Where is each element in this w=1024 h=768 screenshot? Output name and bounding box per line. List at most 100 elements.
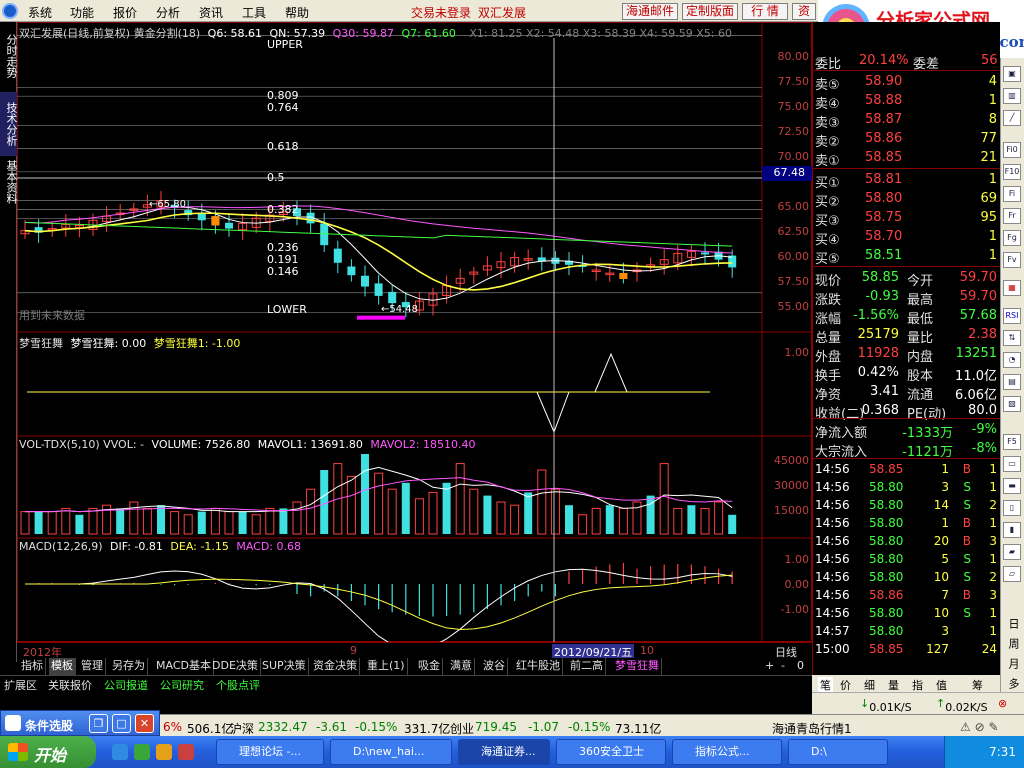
volume-bars <box>20 454 737 535</box>
tool-box-icon[interactable]: ▤ <box>1003 374 1021 390</box>
tab-satisfied[interactable]: 满意 <box>448 658 475 675</box>
tool-f5-button[interactable]: F5 <box>1003 434 1021 450</box>
task-drive[interactable]: D:\ <box>788 739 888 765</box>
tool-grid-icon[interactable]: ▧ <box>1003 396 1021 412</box>
quote-tab-chips[interactable]: 筹 <box>972 677 983 693</box>
menu-help[interactable]: 帮助 <box>285 4 309 21</box>
panel-title: 条件选股 <box>25 719 74 733</box>
tick-count: 1 <box>989 552 997 566</box>
status-index-change: -3.61 <box>316 720 348 734</box>
tab-prev-high[interactable]: 前二高 <box>568 658 606 675</box>
task-forum[interactable]: 理想论坛 -... <box>216 739 324 765</box>
ext-company-research[interactable]: 公司研究 <box>160 677 204 693</box>
tool-box6-icon[interactable]: ▰ <box>1003 544 1021 560</box>
quote-tab-price[interactable]: 价 <box>840 677 851 693</box>
trade-status[interactable]: 交易未登录 <box>411 4 471 21</box>
tab-saveas[interactable]: 另存为 <box>110 658 148 675</box>
view-more-button[interactable]: 多 <box>1005 678 1021 689</box>
tab-zero-button[interactable]: 0 <box>795 658 806 675</box>
tab-template[interactable]: 模板 <box>49 658 76 675</box>
menu-function[interactable]: 功能 <box>70 4 94 21</box>
info-button[interactable]: 资 <box>792 3 816 20</box>
tab-macd-basic[interactable]: MACD基本 <box>154 658 214 675</box>
tab-xijin[interactable]: 吸金 <box>416 658 443 675</box>
vol-header: VOL-TDX(5,10) VVOL: - VOLUME: 7526.80 MA… <box>19 438 476 451</box>
tool-fi0-button[interactable]: Fi0 <box>1003 142 1021 158</box>
view-week-button[interactable]: 周 <box>1005 638 1021 649</box>
tool-fig-icon[interactable]: Fg <box>1003 230 1021 246</box>
tool-box2-icon[interactable]: ▭ <box>1003 456 1021 472</box>
tool-fir-icon[interactable]: Fr <box>1003 208 1021 224</box>
tool-box4-icon[interactable]: ▯ <box>1003 500 1021 516</box>
desktop-quicklaunch-icon[interactable] <box>134 744 150 760</box>
custom-layout-button[interactable]: 定制版面 <box>682 3 738 20</box>
tab-indicator[interactable]: 指标 <box>19 658 46 675</box>
market-button[interactable]: 行 情 <box>742 3 788 20</box>
menu-quote[interactable]: 报价 <box>113 4 137 21</box>
tool-box3-icon[interactable]: ▬ <box>1003 478 1021 494</box>
task-haitong[interactable]: 海通证券... <box>458 739 550 765</box>
up-speed: ↑ 0.02K/S <box>936 697 988 714</box>
task-folder[interactable]: D:\new_hai... <box>330 739 452 765</box>
buy-order-row: 买④ 58.70 1 <box>813 228 1001 248</box>
tab-trough[interactable]: 波谷 <box>481 658 508 675</box>
haitong-mail-button[interactable]: 海通邮件 <box>622 3 678 20</box>
tab-add-button[interactable]: + <box>763 658 776 675</box>
start-button[interactable]: 开始 <box>0 736 96 768</box>
menu-analysis[interactable]: 分析 <box>156 4 180 21</box>
tick-time: 14:56 <box>815 588 850 602</box>
ie-quicklaunch-icon[interactable] <box>112 744 128 760</box>
tab-sup[interactable]: SUP决策 <box>260 658 309 675</box>
tab-redbull[interactable]: 红牛股池 <box>514 658 563 675</box>
tool-chart-icon[interactable]: ▣ <box>1003 66 1021 82</box>
quote-tab-value[interactable]: 值 <box>936 677 947 693</box>
ext-stock-review[interactable]: 个股点评 <box>216 677 260 693</box>
tool-line-icon[interactable]: ╱ <box>1003 110 1021 126</box>
view-day-button[interactable]: 日 <box>1005 618 1021 629</box>
menu-info[interactable]: 资讯 <box>199 4 223 21</box>
tool-arrow-icon[interactable]: ⇅ <box>1003 330 1021 346</box>
tool-pie-icon[interactable]: ◔ <box>1003 352 1021 368</box>
quote-tab-index[interactable]: 指 <box>912 677 923 693</box>
task-formula[interactable]: 指标公式... <box>672 739 782 765</box>
tab-technical[interactable]: 技术分析 <box>0 92 18 156</box>
tab-mengxue[interactable]: 梦雪狂舞 <box>613 658 662 675</box>
quote-tab-trade[interactable]: 笔 <box>818 677 833 693</box>
tool-fiz-icon[interactable]: Fi <box>1003 186 1021 202</box>
tab-remove-button[interactable]: - <box>779 658 787 675</box>
tab-fundamental[interactable]: 基本资料 <box>0 150 18 214</box>
ext-area[interactable]: 扩展区 <box>4 677 37 693</box>
tool-box7-icon[interactable]: ▱ <box>1003 566 1021 582</box>
clock[interactable]: 7:31 <box>989 745 1016 759</box>
tool-fiv-icon[interactable]: Fv <box>1003 252 1021 268</box>
panel-maximize-button[interactable]: □ <box>112 714 131 733</box>
quote-tab-detail[interactable]: 细 <box>864 677 875 693</box>
tool-f10-button[interactable]: F10 <box>1003 164 1021 180</box>
stat-row: 外盘 11928 内盘 13251 <box>813 345 1001 365</box>
tab-manage[interactable]: 管理 <box>79 658 106 675</box>
task-360[interactable]: 360安全卫士 <box>556 739 666 765</box>
app-quicklaunch-icon[interactable] <box>178 744 194 760</box>
stock-filter-panel[interactable]: 条件选股 ❐ □ ✕ <box>0 710 160 736</box>
tab-restart[interactable]: 重上(1) <box>365 658 408 675</box>
tool-rsi-button[interactable]: RSI <box>1003 308 1021 324</box>
quote-tab-volume[interactable]: 量 <box>888 677 899 693</box>
macd-value: MACD: 0.68 <box>236 540 301 553</box>
volume-bar <box>61 507 71 535</box>
tool-kline-icon[interactable]: ▥ <box>1003 88 1021 104</box>
tab-intraday[interactable]: 分时走势 <box>0 26 18 86</box>
tool-bar-icon[interactable]: ▦ <box>1003 280 1021 296</box>
speed-close-icon[interactable]: ⊗ <box>998 697 1007 710</box>
media-quicklaunch-icon[interactable] <box>156 744 172 760</box>
panel-close-button[interactable]: ✕ <box>135 714 154 733</box>
view-month-button[interactable]: 月 <box>1005 658 1021 669</box>
chart-area[interactable]: 双汇发展(日线,前复权) 黄金分割(18) Q6: 58.61 QN: 57.3… <box>17 22 812 642</box>
panel-restore-button[interactable]: ❐ <box>89 714 108 733</box>
menu-tools[interactable]: 工具 <box>242 4 266 21</box>
menu-system[interactable]: 系统 <box>28 4 52 21</box>
ext-related-quote[interactable]: 关联报价 <box>48 677 92 693</box>
tool-box5-icon[interactable]: ▮ <box>1003 522 1021 538</box>
tab-fund[interactable]: 资金决策 <box>311 658 360 675</box>
tab-dde[interactable]: DDE决策 <box>210 658 261 675</box>
ext-company-report[interactable]: 公司报道 <box>104 677 148 693</box>
